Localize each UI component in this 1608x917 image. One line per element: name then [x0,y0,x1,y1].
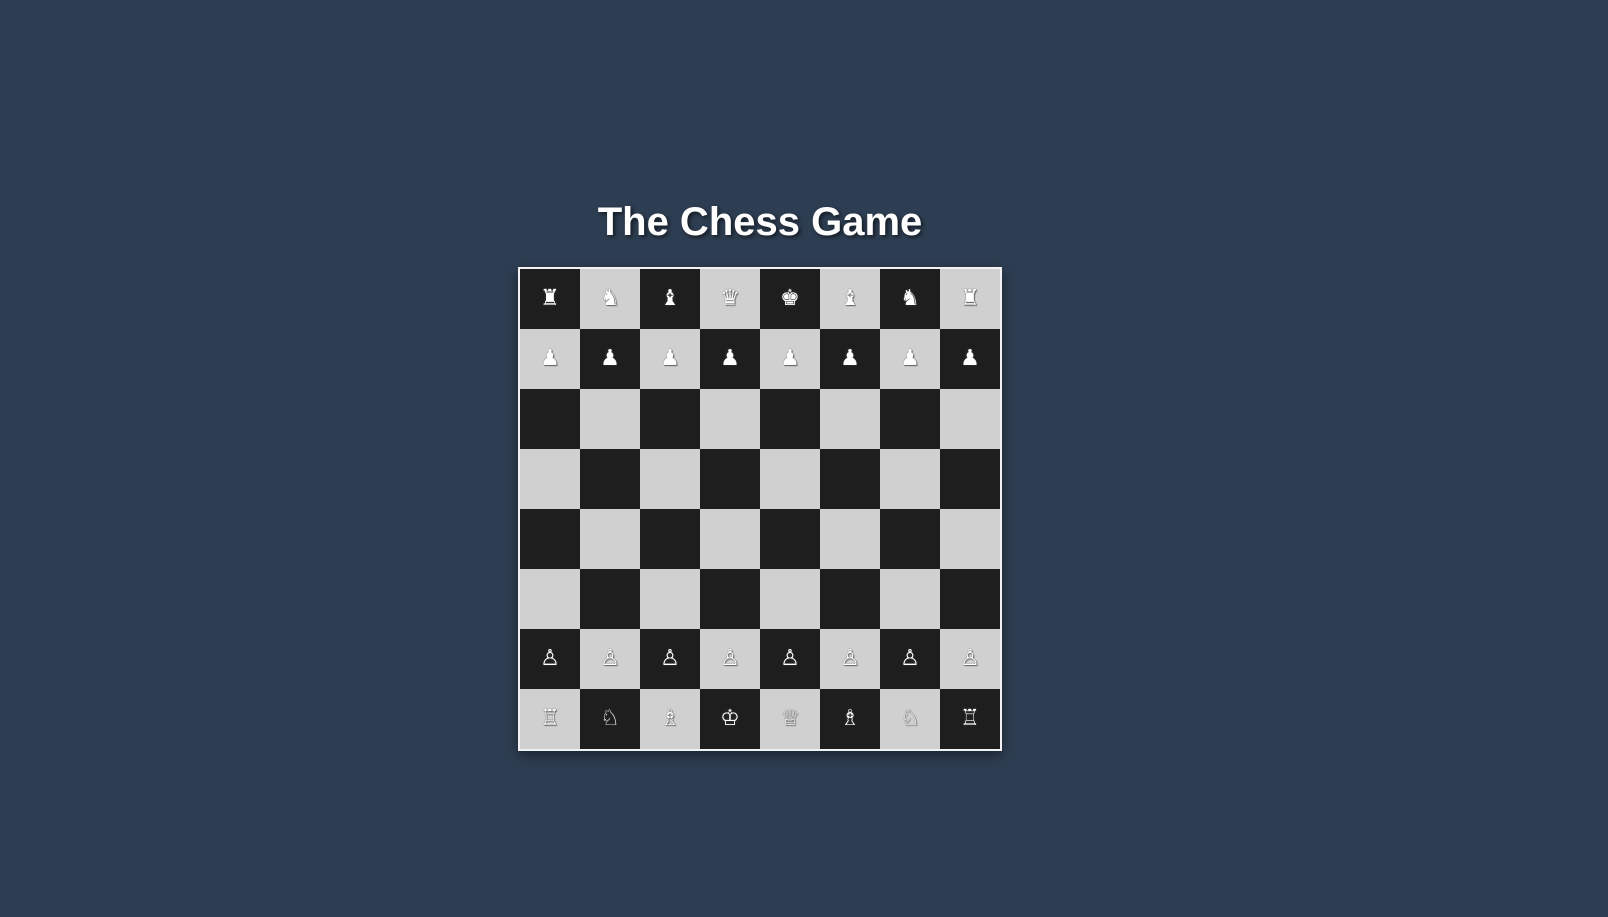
white-pawn-icon[interactable]: ♙ [900,648,920,670]
black-pawn-icon[interactable]: ♟ [660,348,680,370]
square-d5[interactable] [700,449,760,509]
square-g4[interactable] [880,509,940,569]
square-e6[interactable] [760,389,820,449]
black-knight-icon[interactable]: ♞ [600,288,620,310]
square-f4[interactable] [820,509,880,569]
square-c5[interactable] [640,449,700,509]
black-knight-icon[interactable]: ♞ [900,288,920,310]
square-a2[interactable]: ♙ [520,629,580,689]
square-f2[interactable]: ♙ [820,629,880,689]
square-e2[interactable]: ♙ [760,629,820,689]
square-e3[interactable] [760,569,820,629]
square-c3[interactable] [640,569,700,629]
square-e4[interactable] [760,509,820,569]
white-pawn-icon[interactable]: ♙ [600,648,620,670]
white-rook-icon[interactable]: ♖ [540,708,560,730]
square-d4[interactable] [700,509,760,569]
white-knight-icon[interactable]: ♘ [900,708,920,730]
black-bishop-icon[interactable]: ♝ [840,288,860,310]
square-a6[interactable] [520,389,580,449]
square-f6[interactable] [820,389,880,449]
square-c6[interactable] [640,389,700,449]
black-pawn-icon[interactable]: ♟ [720,348,740,370]
square-h1[interactable]: ♖ [940,689,1000,749]
square-d1[interactable]: ♔ [700,689,760,749]
square-b7[interactable]: ♟ [580,329,640,389]
black-pawn-icon[interactable]: ♟ [600,348,620,370]
square-b4[interactable] [580,509,640,569]
white-pawn-icon[interactable]: ♙ [780,648,800,670]
square-g1[interactable]: ♘ [880,689,940,749]
square-a5[interactable] [520,449,580,509]
square-g8[interactable]: ♞ [880,269,940,329]
square-e5[interactable] [760,449,820,509]
square-h3[interactable] [940,569,1000,629]
black-pawn-icon[interactable]: ♟ [960,348,980,370]
square-c2[interactable]: ♙ [640,629,700,689]
square-f1[interactable]: ♗ [820,689,880,749]
square-e8[interactable]: ♚ [760,269,820,329]
square-g5[interactable] [880,449,940,509]
black-rook-icon[interactable]: ♜ [960,288,980,310]
square-g2[interactable]: ♙ [880,629,940,689]
white-king-icon[interactable]: ♔ [720,708,740,730]
white-rook-icon[interactable]: ♖ [960,708,980,730]
black-rook-icon[interactable]: ♜ [540,288,560,310]
square-a7[interactable]: ♟ [520,329,580,389]
square-b3[interactable] [580,569,640,629]
white-knight-icon[interactable]: ♘ [600,708,620,730]
square-f8[interactable]: ♝ [820,269,880,329]
white-pawn-icon[interactable]: ♙ [840,648,860,670]
white-pawn-icon[interactable]: ♙ [660,648,680,670]
square-f3[interactable] [820,569,880,629]
white-pawn-icon[interactable]: ♙ [540,648,560,670]
square-a8[interactable]: ♜ [520,269,580,329]
square-g7[interactable]: ♟ [880,329,940,389]
white-bishop-icon[interactable]: ♗ [840,708,860,730]
square-d3[interactable] [700,569,760,629]
square-h5[interactable] [940,449,1000,509]
square-a4[interactable] [520,509,580,569]
page-title: The Chess Game [597,200,923,244]
black-pawn-icon[interactable]: ♟ [780,348,800,370]
square-g6[interactable] [880,389,940,449]
white-bishop-icon[interactable]: ♗ [660,708,680,730]
square-b8[interactable]: ♞ [580,269,640,329]
square-b5[interactable] [580,449,640,509]
square-h2[interactable]: ♙ [940,629,1000,689]
square-c8[interactable]: ♝ [640,269,700,329]
black-pawn-icon[interactable]: ♟ [900,348,920,370]
black-pawn-icon[interactable]: ♟ [840,348,860,370]
square-c1[interactable]: ♗ [640,689,700,749]
square-h4[interactable] [940,509,1000,569]
square-f7[interactable]: ♟ [820,329,880,389]
square-g3[interactable] [880,569,940,629]
square-b1[interactable]: ♘ [580,689,640,749]
white-queen-icon[interactable]: ♕ [780,708,800,730]
square-c4[interactable] [640,509,700,569]
square-a3[interactable] [520,569,580,629]
square-b6[interactable] [580,389,640,449]
white-pawn-icon[interactable]: ♙ [960,648,980,670]
square-e1[interactable]: ♕ [760,689,820,749]
square-d2[interactable]: ♙ [700,629,760,689]
square-e7[interactable]: ♟ [760,329,820,389]
square-f5[interactable] [820,449,880,509]
black-king-icon[interactable]: ♚ [780,288,800,310]
square-h8[interactable]: ♜ [940,269,1000,329]
square-b2[interactable]: ♙ [580,629,640,689]
square-d8[interactable]: ♛ [700,269,760,329]
square-d6[interactable] [700,389,760,449]
square-h6[interactable] [940,389,1000,449]
black-pawn-icon[interactable]: ♟ [540,348,560,370]
chess-board: ♜ ♞ ♝ ♛ ♚ ♝ ♞ ♜ ♟ ♟ ♟ ♟ ♟ ♟ ♟ ♟ ♙ ♙ ♙ ♙ ♙ ♙ ♙ ♙ ♖ ♘ ♗ ♔ ♕ ♗ ♘ ♖ [518,267,1002,751]
square-a1[interactable]: ♖ [520,689,580,749]
square-h7[interactable]: ♟ [940,329,1000,389]
square-c7[interactable]: ♟ [640,329,700,389]
square-d7[interactable]: ♟ [700,329,760,389]
white-pawn-icon[interactable]: ♙ [720,648,740,670]
black-bishop-icon[interactable]: ♝ [660,288,680,310]
black-queen-icon[interactable]: ♛ [720,288,740,310]
